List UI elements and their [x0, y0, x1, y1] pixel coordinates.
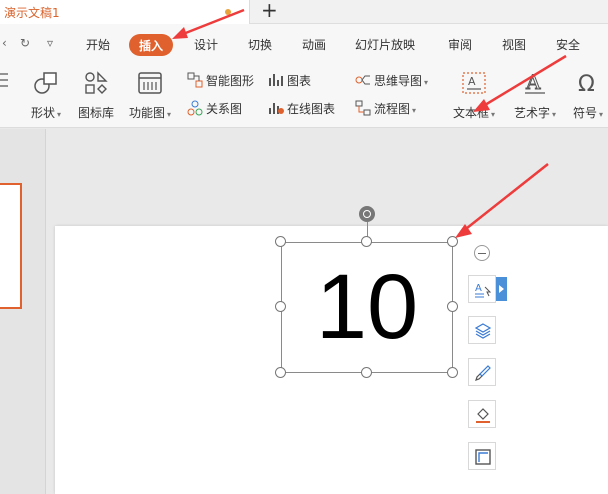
title-bar: 演示文稿1 + [0, 0, 608, 24]
menu-security[interactable]: 安全 [556, 36, 580, 53]
insert-ribbon: 形状 ▾ 图标库 功能图 ▾ 智能图形 图表 关系图 在线图表 思维导图 ▾ 流… [0, 64, 608, 128]
menu-transition[interactable]: 切换 [248, 36, 272, 53]
menu-view[interactable]: 视图 [502, 36, 526, 53]
symbol-label: 符号 [572, 106, 597, 120]
svg-text:A: A [468, 75, 476, 88]
menu-bar: ‹ ↻ ▿ 开始 插入 设计 切换 动画 幻灯片放映 审阅 视图 安全 [0, 24, 608, 64]
menu-start[interactable]: 开始 [86, 36, 110, 53]
text-box[interactable]: 10 [281, 242, 453, 373]
online-chart-icon [269, 103, 284, 114]
resize-handle-bottom-right[interactable] [447, 367, 458, 378]
icon-library-label: 图标库 [77, 106, 114, 120]
svg-text:Ω: Ω [578, 72, 595, 96]
function-chart-label: 功能图 [128, 106, 165, 120]
text-box-icon: A [462, 72, 486, 94]
text-format-button[interactable]: A [468, 275, 496, 303]
layers-icon [474, 323, 492, 339]
resize-handle-top-right[interactable] [447, 236, 458, 247]
menu-review[interactable]: 审阅 [448, 36, 472, 53]
smart-graphic-button[interactable]: 智能图形 [187, 72, 254, 90]
icon-library-icon [85, 71, 108, 94]
function-chart-icon [138, 72, 162, 94]
shape-icon [34, 72, 57, 94]
text-box-label: 文本框 [452, 106, 489, 120]
brush-icon [475, 365, 491, 381]
outline-icon [475, 449, 491, 465]
text-box-content[interactable]: 10 [282, 257, 452, 357]
collapse-toolbar-icon[interactable] [474, 245, 490, 261]
art-text-icon: A [525, 70, 545, 95]
chart-button[interactable]: 图表 [268, 72, 311, 90]
chart-icon [269, 74, 283, 86]
chart-label: 图表 [287, 74, 312, 88]
menu-slideshow[interactable]: 幻灯片放映 [355, 36, 415, 53]
flowchart-button[interactable]: 流程图 ▾ [355, 100, 416, 118]
resize-handle-bottom-left[interactable] [275, 367, 286, 378]
omega-symbol-icon: Ω [578, 72, 595, 96]
menu-animation[interactable]: 动画 [302, 36, 326, 53]
document-tab[interactable]: 演示文稿1 [0, 0, 250, 24]
document-tab-title: 演示文稿1 [4, 6, 60, 20]
slide-thumbnail[interactable] [0, 183, 22, 309]
mind-map-label: 思维导图 [374, 74, 423, 88]
resize-handle-left[interactable] [275, 301, 286, 312]
resize-handle-right[interactable] [447, 301, 458, 312]
new-tab-button[interactable]: + [261, 0, 278, 22]
table-icon [0, 73, 8, 87]
text-box-caret-icon: ▾ [491, 110, 496, 119]
mind-map-caret-icon: ▾ [424, 78, 429, 87]
redo-icon[interactable]: ↻ [20, 36, 30, 50]
menu-design[interactable]: 设计 [194, 36, 218, 53]
menu-insert[interactable]: 插入 [129, 34, 174, 56]
unsaved-indicator [225, 9, 231, 15]
paint-bucket-icon [476, 408, 490, 423]
rotate-handle[interactable] [359, 206, 375, 222]
mind-map-icon [355, 75, 370, 85]
table-button-partial[interactable] [0, 70, 10, 88]
text-box-button[interactable]: A 文本框 ▾ [446, 68, 502, 126]
art-text-button[interactable]: A 艺术字 ▾ [508, 68, 562, 126]
smart-graphic-icon [187, 72, 203, 88]
svg-text:A: A [475, 283, 482, 294]
outline-button[interactable] [468, 442, 496, 470]
flowchart-icon [355, 100, 371, 116]
shape-button[interactable]: 形状 ▾ [24, 68, 68, 126]
resize-handle-top[interactable] [361, 236, 372, 247]
function-chart-button[interactable]: 功能图 ▾ [124, 68, 176, 126]
function-chart-caret-icon: ▾ [167, 110, 172, 119]
shape-label: 形状 [30, 106, 55, 120]
online-chart-label: 在线图表 [287, 102, 336, 116]
relation-chart-icon [187, 100, 203, 116]
resize-handle-top-left[interactable] [275, 236, 286, 247]
flowchart-label: 流程图 [374, 102, 411, 116]
icon-library-button[interactable]: 图标库 [74, 68, 118, 126]
slide-thumbnail-pane [0, 129, 46, 494]
svg-text:A: A [525, 70, 541, 94]
text-format-icon: A [475, 283, 492, 298]
relation-chart-label: 关系图 [206, 102, 243, 116]
flowchart-caret-icon: ▾ [412, 106, 417, 115]
relation-chart-button[interactable]: 关系图 [187, 100, 242, 118]
fill-color-button[interactable] [468, 400, 496, 428]
art-text-label: 艺术字 [513, 106, 550, 120]
art-text-caret-icon: ▾ [552, 110, 557, 119]
resize-handle-bottom[interactable] [361, 367, 372, 378]
quick-access-dropdown-icon[interactable]: ▿ [47, 36, 53, 50]
mind-map-button[interactable]: 思维导图 ▾ [355, 72, 428, 90]
format-painter-button[interactable] [468, 358, 496, 386]
side-toolbar-expand-icon[interactable] [496, 277, 507, 301]
layer-button[interactable] [468, 316, 496, 344]
online-chart-button[interactable]: 在线图表 [268, 100, 335, 118]
smart-graphic-label: 智能图形 [206, 74, 255, 88]
shape-caret-icon: ▾ [57, 110, 62, 119]
quick-access-more-icon[interactable]: ‹ [2, 36, 7, 50]
symbol-button[interactable]: Ω 符号 ▾ [568, 68, 608, 126]
symbol-caret-icon: ▾ [599, 110, 604, 119]
